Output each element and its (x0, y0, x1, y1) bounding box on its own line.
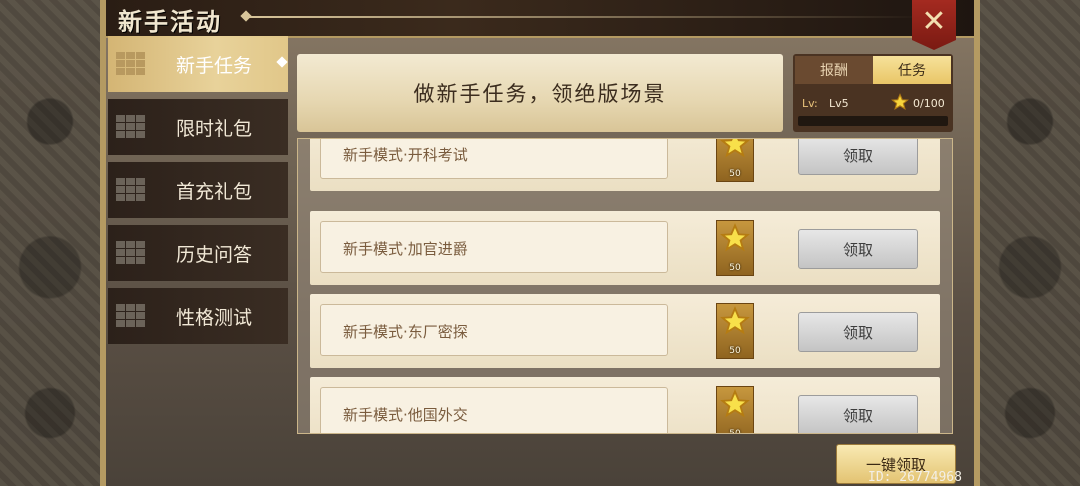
sidebar-item-label: 首充礼包 (176, 180, 253, 203)
task-banner: 做新手任务，领绝版场景 (297, 54, 783, 132)
reward-count: 50 (729, 169, 741, 179)
tab-panel: 报酬 任务 Lv: Lv5 0/100 (793, 54, 953, 132)
page-title: 新手活动 (118, 7, 222, 36)
banner-text: 做新手任务，领绝版场景 (413, 82, 667, 106)
sidebar-item-newbie-tasks[interactable]: 新手任务 (108, 36, 288, 92)
level-label: Lv: (802, 97, 818, 110)
reward-star-icon: 50 (716, 303, 754, 359)
active-arrow-icon (276, 56, 288, 68)
reward-star-icon: 50 (716, 139, 754, 182)
dragon-pattern-left (0, 0, 100, 486)
reward-count: 50 (729, 263, 741, 273)
sidebar-item-label: 历史问答 (176, 243, 253, 266)
task-row: 新手模式·他国外交 50 领取 (310, 377, 940, 434)
task-list[interactable]: 新手模式·开科考试 50 领取 新手模式·加官进爵 50 领取 新手模式·东厂密… (297, 138, 953, 434)
sidebar-item-first-charge[interactable]: 首充礼包 (108, 162, 288, 218)
gift-grid-icon (116, 304, 146, 328)
gift-grid-icon (116, 178, 146, 202)
sidebar-item-limited-gift[interactable]: 限时礼包 (108, 99, 288, 155)
task-name-box: 新手模式·加官进爵 (320, 221, 668, 273)
level-value: Lv5 (829, 97, 849, 110)
sidebar-item-label: 新手任务 (176, 54, 253, 77)
task-name-box: 新手模式·他国外交 (320, 387, 668, 433)
gift-grid-icon (116, 115, 146, 139)
task-name: 新手模式·加官进爵 (343, 240, 468, 258)
tab-reward[interactable]: 报酬 (795, 56, 873, 84)
reward-star-icon: 50 (716, 386, 754, 434)
claim-button[interactable]: 领取 (798, 229, 918, 269)
reward-count: 50 (729, 346, 741, 356)
progress-text: 0/100 (913, 97, 945, 110)
gift-grid-icon (116, 52, 146, 76)
dragon-pattern-right (980, 0, 1080, 486)
task-name-box: 新手模式·东厂密探 (320, 304, 668, 356)
task-name: 新手模式·他国外交 (343, 406, 468, 424)
sidebar-item-label: 性格测试 (176, 306, 253, 329)
claim-button[interactable]: 领取 (798, 395, 918, 433)
player-id: ID: 26774968 (868, 470, 962, 485)
task-row: 新手模式·东厂密探 50 领取 (310, 294, 940, 368)
tab-task[interactable]: 任务 (873, 56, 951, 84)
close-x-icon: ✕ (921, 3, 947, 39)
task-row: 新手模式·开科考试 50 领取 (310, 139, 940, 191)
progress-bar (798, 116, 948, 126)
claim-button[interactable]: 领取 (798, 139, 918, 175)
task-name-box: 新手模式·开科考试 (320, 139, 668, 179)
claim-button[interactable]: 领取 (798, 312, 918, 352)
sidebar: 新手任务 限时礼包 首充礼包 历史问答 性格测试 (108, 36, 288, 351)
sidebar-item-personality-test[interactable]: 性格测试 (108, 288, 288, 344)
header-divider (246, 16, 926, 18)
reward-count: 50 (729, 429, 741, 434)
gift-grid-icon (116, 241, 146, 265)
sidebar-item-label: 限时礼包 (176, 117, 253, 140)
reward-star-icon: 50 (716, 220, 754, 276)
close-button[interactable]: ✕ (912, 0, 956, 50)
sidebar-item-history-quiz[interactable]: 历史问答 (108, 225, 288, 281)
task-row: 新手模式·加官进爵 50 领取 (310, 211, 940, 285)
header-bar: 新手活动 (106, 0, 974, 38)
star-icon (891, 93, 909, 110)
task-name: 新手模式·开科考试 (343, 146, 468, 164)
task-name: 新手模式·东厂密探 (343, 323, 468, 341)
